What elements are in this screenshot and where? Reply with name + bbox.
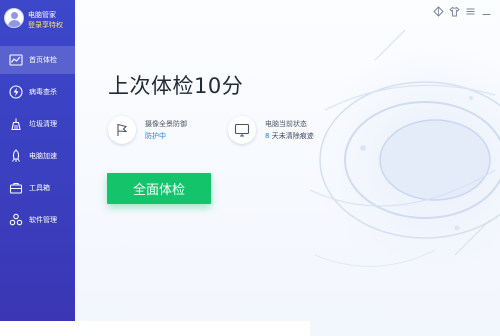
status-label: 电脑当前状态 xyxy=(265,120,307,128)
bottom-strip xyxy=(0,321,310,336)
chart-icon xyxy=(9,54,23,66)
status-label: 摄像全景防御 xyxy=(145,120,187,128)
avatar[interactable] xyxy=(4,8,24,28)
lightning-icon xyxy=(9,85,23,99)
sidebar-item-speedup[interactable]: 电脑加速 xyxy=(0,142,75,170)
sidebar-item-cleanup[interactable]: 垃圾清理 xyxy=(0,110,75,138)
days-count: 8 xyxy=(265,132,270,140)
sidebar-item-label: 电脑加速 xyxy=(29,152,57,160)
profile-area: 电脑管家 登录享特权 xyxy=(0,0,75,40)
broom-icon xyxy=(11,118,21,131)
sidebar-item-label: 软件管理 xyxy=(29,216,57,224)
minimize-icon[interactable] xyxy=(481,6,492,17)
app-name: 电脑管家 xyxy=(28,11,56,19)
titlebar-controls xyxy=(433,6,492,17)
gear-cluster-icon xyxy=(9,213,23,226)
sidebar-item-software[interactable]: 软件管理 xyxy=(0,206,75,234)
sidebar-item-label: 工具箱 xyxy=(29,184,50,192)
app-window: 电脑管家 登录享特权 首页体检 病毒查杀 垃圾清理 电脑加速 工具箱 软件管理 … xyxy=(0,0,500,336)
diamond-icon[interactable] xyxy=(433,6,444,17)
pc-state-status: 电脑当前状态 8 天未清除痕迹 xyxy=(228,116,358,146)
toolbox-icon xyxy=(9,182,23,194)
sidebar-item-checkup[interactable]: 首页体检 xyxy=(0,46,75,74)
sidebar: 电脑管家 登录享特权 首页体检 病毒查杀 垃圾清理 电脑加速 工具箱 软件管理 xyxy=(0,0,75,321)
sidebar-item-label: 病毒查杀 xyxy=(29,88,57,96)
days-text: 天未清除痕迹 xyxy=(271,132,314,140)
sidebar-item-toolbox[interactable]: 工具箱 xyxy=(0,174,75,202)
sidebar-item-virus-scan[interactable]: 病毒查杀 xyxy=(0,78,75,106)
rocket-icon xyxy=(12,149,20,162)
camera-protection-status: 摄像全景防御 防护中 xyxy=(108,116,228,146)
shirt-icon[interactable] xyxy=(449,6,460,17)
main-panel: 上次体检10分 摄像全景防御 防护中 电脑当前状态 8 天未清除痕迹 全面体检 xyxy=(75,0,500,336)
sidebar-item-label: 首页体检 xyxy=(29,56,57,64)
status-value: 8 天未清除痕迹 xyxy=(265,131,314,141)
login-link[interactable]: 登录享特权 xyxy=(28,20,63,30)
background-decoration xyxy=(309,29,500,280)
menu-icon[interactable] xyxy=(465,6,476,17)
monitor-icon xyxy=(234,123,250,137)
full-scan-button[interactable]: 全面体检 xyxy=(107,173,211,204)
status-value: 防护中 xyxy=(145,132,166,140)
sidebar-item-label: 垃圾清理 xyxy=(29,120,57,128)
shield-flag-icon xyxy=(117,123,128,136)
page-title: 上次体检10分 xyxy=(108,74,244,98)
